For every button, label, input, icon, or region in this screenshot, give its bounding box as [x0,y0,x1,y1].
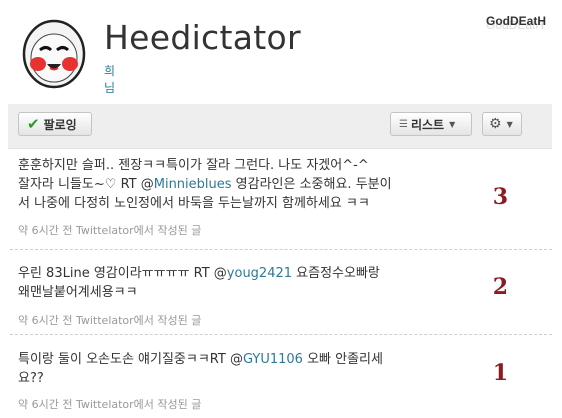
annotation-number: 3 [492,184,508,210]
tweet-text-line: 우린 83Line 영감이라ㅠㅠㅠㅠ RT @ [18,266,227,281]
list-dropdown-button[interactable]: ☰ 리스트 ▼ [390,112,472,136]
profile-toolbar: ✔ 팔로잉 ☰ 리스트 ▼ ⚙ ▼ [8,104,552,149]
tweet-meta[interactable]: 약 6시간 전 Twittelator에서 작성된 글 [18,222,201,238]
list-label: 리스트 [410,117,445,132]
tweet-meta[interactable]: 약 6시간 전 Twittelator에서 작성된 글 [18,396,201,412]
tweet-text-line: 요즘정수오빠랑 [292,266,380,281]
following-button[interactable]: ✔ 팔로잉 [18,112,92,136]
tweet-meta[interactable]: 약 6시간 전 Twittelator에서 작성된 글 [18,312,201,328]
tweet-item[interactable]: 훈훈하지만 슬퍼.. 젠장ㅋㅋ특이가 잘라 그런다. 나도 자겠어^-^ 잘자라… [10,150,552,250]
tweet-item[interactable]: 우린 83Line 영감이라ㅠㅠㅠㅠ RT @youg2421 요즘정수오빠랑 … [10,250,552,335]
following-label: 팔로잉 [43,117,77,132]
annotation-number: 1 [492,360,508,386]
settings-dropdown-button[interactable]: ⚙ ▼ [482,112,522,136]
tweet-item[interactable]: 특이랑 둘이 오손도손 얘기질중ㅋㅋRT @GYU1106 오빠 안졸리세 요?… [10,336,552,418]
tweet-text-line: 왜맨날붙어계세용ㅋㅋ [18,285,138,300]
tweet-text-line: 서 나중에 다정히 노인정에서 바둑을 두는날까지 함께하세요 ㅋㅋ [18,196,370,211]
tweet-text-line: 오빠 안졸리세 [302,352,383,367]
watermark-signature: GodDEatH GodDEatH [486,14,546,32]
mention-link[interactable]: GYU1106 [243,352,303,367]
tweet-text-line: 훈훈하지만 슬퍼.. 젠장ㅋㅋ특이가 잘라 그런다. 나도 자겠어^-^ [18,158,369,173]
chevron-down-icon: ▼ [449,119,456,129]
gear-icon: ⚙ [489,116,502,132]
tweet-text-line: 영감라인은 소중해요. 두분이 [231,177,392,192]
mention-link[interactable]: Minnieblues [154,177,232,192]
tweet-text-line: 잘자라 니들도~♡ RT @ [18,177,154,192]
tweet-text: 특이랑 둘이 오손도손 얘기질중ㅋㅋRT @GYU1106 오빠 안졸리세 요?… [18,350,458,388]
tweet-text: 우린 83Line 영감이라ㅠㅠㅠㅠ RT @youg2421 요즘정수오빠랑 … [18,264,458,302]
annotation-number: 2 [492,274,508,300]
tweet-text: 훈훈하지만 슬퍼.. 젠장ㅋㅋ특이가 잘라 그런다. 나도 자겠어^-^ 잘자라… [18,156,458,213]
avatar-face-icon [16,14,92,90]
tweet-text-line: 특이랑 둘이 오손도손 얘기질중ㅋㅋRT @ [18,352,243,367]
list-icon: ☰ [399,118,408,130]
avatar[interactable] [16,14,92,90]
profile-name: Heedictator [104,18,301,57]
tweet-text-line: 요?? [18,371,44,386]
chevron-down-icon: ▼ [506,119,513,129]
mention-link[interactable]: youg2421 [227,266,292,281]
profile-realname: 희님 [104,64,116,95]
watermark-text: GodDEatH [486,14,546,28]
check-icon: ✔ [27,115,40,133]
